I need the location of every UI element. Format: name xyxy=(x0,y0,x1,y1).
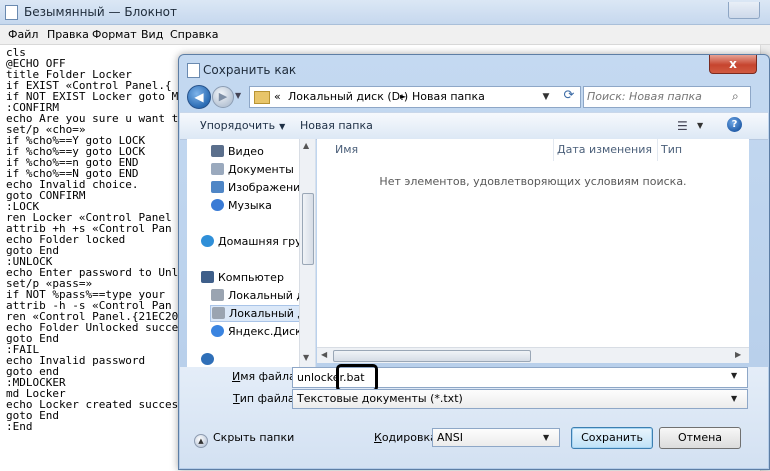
nav-item-video[interactable]: Видео xyxy=(211,145,264,158)
navigation-scrollbar[interactable]: ▲ ▼ xyxy=(299,139,315,367)
search-input[interactable] xyxy=(587,89,727,104)
nav-item-pictures[interactable]: Изображения xyxy=(211,181,307,194)
recent-locations-dropdown[interactable]: ▼ xyxy=(235,91,241,100)
save-button[interactable]: Сохранить xyxy=(571,427,653,449)
address-dropdown-icon[interactable]: ▼ xyxy=(538,87,554,107)
hscroll-thumb[interactable] xyxy=(333,350,531,362)
navigation-pane: Видео Документы Изображения Музыка Домаш… xyxy=(187,139,316,367)
music-library-icon xyxy=(211,199,224,211)
file-name-label: Имя файла: xyxy=(232,370,300,383)
back-button[interactable]: ◀ xyxy=(187,85,211,109)
drive-icon xyxy=(211,289,224,301)
column-header-date[interactable]: Дата изменения xyxy=(557,139,658,161)
file-list-hscrollbar[interactable]: ◀ ▶ xyxy=(317,347,749,363)
breadcrumb-overflow[interactable]: « xyxy=(274,90,281,103)
forward-button[interactable]: ▶ xyxy=(212,86,234,108)
cancel-button[interactable]: Отмена xyxy=(659,427,741,449)
scroll-left-icon[interactable]: ◀ xyxy=(321,350,327,359)
menu-help[interactable]: Справка xyxy=(170,28,218,41)
arrow-right-icon: ▶ xyxy=(218,90,228,103)
scroll-down-icon[interactable]: ▼ xyxy=(303,353,309,362)
file-list[interactable]: Имя Дата изменения Тип Нет элементов, уд… xyxy=(317,139,749,357)
dialog-app-icon xyxy=(187,63,200,78)
nav-item-documents[interactable]: Документы xyxy=(211,163,294,176)
pictures-library-icon xyxy=(211,181,224,193)
chevron-down-icon: ▼ xyxy=(731,394,738,403)
text-line: :End xyxy=(6,420,33,433)
folder-icon xyxy=(254,91,270,104)
file-type-select[interactable]: Текстовые документы (*.txt) ▼ xyxy=(292,389,748,409)
scroll-up-icon[interactable]: ▲ xyxy=(303,141,309,150)
encoding-label: Кодировка: xyxy=(374,431,441,444)
column-header-name[interactable]: Имя xyxy=(335,139,554,161)
save-options-panel: Имя файла: ▼ Тип файла: Текстовые докуме… xyxy=(180,364,768,468)
column-header-type[interactable]: Тип xyxy=(661,139,741,161)
menu-file[interactable]: Файл xyxy=(8,28,38,41)
notepad-menubar: Файл Правка Формат Вид Справка xyxy=(0,25,770,45)
save-as-dialog: Сохранить как x ◀ ▶ ▼ « Локальный диск (… xyxy=(178,54,770,470)
notepad-app-icon xyxy=(5,5,18,20)
encoding-value: ANSI xyxy=(437,431,463,444)
view-options-icon[interactable]: ☰ xyxy=(677,119,688,133)
nav-item-network[interactable] xyxy=(201,353,218,366)
documents-library-icon xyxy=(211,163,224,175)
menu-format[interactable]: Формат xyxy=(92,28,137,41)
scroll-thumb[interactable] xyxy=(302,193,314,265)
file-type-value: Текстовые документы (*.txt) xyxy=(297,392,463,405)
video-library-icon xyxy=(211,145,224,157)
extension-highlight xyxy=(336,364,378,392)
chevron-down-icon: ▼ xyxy=(543,433,550,442)
nav-item-yandex-disk[interactable]: Яндекс.Диск xyxy=(211,325,302,338)
hide-folders-toggle[interactable]: ▲ Скрыть папки xyxy=(194,431,294,448)
computer-icon xyxy=(201,271,214,283)
drive-icon xyxy=(212,307,225,319)
refresh-icon[interactable]: ⟳ xyxy=(559,86,579,106)
chevron-down-icon[interactable]: ▼ xyxy=(731,371,737,380)
menu-edit[interactable]: Правка xyxy=(47,28,89,41)
help-icon[interactable]: ? xyxy=(727,117,742,132)
file-type-label: Тип файла: xyxy=(233,392,299,405)
chevron-up-icon: ▲ xyxy=(194,434,208,448)
nav-item-computer[interactable]: Компьютер xyxy=(201,271,284,284)
empty-message: Нет элементов, удовлетворяющих условиям … xyxy=(379,175,687,188)
search-box[interactable]: ⌕ xyxy=(583,86,751,108)
menu-view[interactable]: Вид xyxy=(141,28,163,41)
network-icon xyxy=(201,353,214,365)
nav-item-music[interactable]: Музыка xyxy=(211,199,272,212)
scroll-right-icon[interactable]: ▶ xyxy=(735,350,741,359)
chevron-down-icon: ▼ xyxy=(279,122,286,131)
view-dropdown-icon[interactable]: ▼ xyxy=(697,121,703,130)
dialog-title: Сохранить как xyxy=(203,63,297,77)
encoding-select[interactable]: ANSI ▼ xyxy=(432,428,560,447)
address-bar[interactable]: « Локальный диск (D:) ► Новая папка ▼ xyxy=(249,86,581,108)
arrow-left-icon: ◀ xyxy=(194,90,204,104)
organize-button[interactable]: Упорядочить ▼ xyxy=(200,119,285,132)
minimize-button[interactable] xyxy=(728,2,760,19)
new-folder-button[interactable]: Новая папка xyxy=(300,119,373,132)
breadcrumb-separator[interactable]: ► xyxy=(400,92,406,101)
close-button[interactable]: x xyxy=(709,55,757,74)
yandex-disk-icon xyxy=(211,325,224,337)
notepad-title: Безымянный — Блокнот xyxy=(24,5,178,19)
breadcrumb-drive[interactable]: Локальный диск (D:) xyxy=(288,90,408,103)
breadcrumb-folder[interactable]: Новая папка xyxy=(412,90,485,103)
command-bar: Упорядочить ▼ Новая папка ☰ ▼ ? xyxy=(180,112,768,140)
homegroup-icon xyxy=(201,235,214,247)
search-icon: ⌕ xyxy=(732,89,739,103)
notepad-titlebar[interactable]: Безымянный — Блокнот xyxy=(0,0,770,25)
